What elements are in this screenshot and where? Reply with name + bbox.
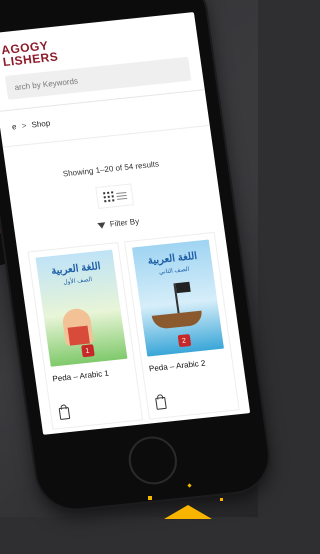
results-count: Showing 1–20 of 54 results [62, 159, 160, 179]
breadcrumb-current: Shop [30, 118, 51, 130]
phone-mockup: AGOGY LISHERS arch by Keywords e > Shop … [0, 0, 306, 554]
header: AGOGY LISHERS arch by Keywords [0, 12, 203, 101]
breadcrumb-home[interactable]: e [11, 122, 17, 131]
logo-sparkle [148, 496, 152, 500]
cover-badge: 1 [80, 344, 95, 358]
product-name[interactable]: Peda – Arabic 2 [148, 356, 226, 374]
phone-body: AGOGY LISHERS arch by Keywords e > Shop … [0, 0, 273, 513]
product-image[interactable]: اللغة العربية الصف الثاني 2 [132, 239, 224, 357]
cover-illustration [61, 307, 94, 346]
logo-sparkle [220, 498, 223, 501]
view-toggle[interactable] [95, 183, 135, 209]
home-button [125, 434, 181, 487]
grid-view-icon[interactable] [102, 191, 114, 203]
product-card[interactable]: اللغة العربية الصف الثاني 2 Peda – Arabi… [124, 231, 240, 420]
product-grid: اللغة العربية الصف الأول 1 Peda – Arabic… [16, 217, 250, 431]
product-image[interactable]: اللغة العربية الصف الأول 1 [35, 249, 128, 367]
phone-screen: AGOGY LISHERS arch by Keywords e > Shop … [0, 12, 251, 435]
search-placeholder: arch by Keywords [13, 76, 79, 92]
shopping-bag-icon[interactable] [58, 407, 71, 420]
shopping-bag-icon[interactable] [155, 396, 167, 410]
product-card[interactable]: اللغة العربية الصف الأول 1 Peda – Arabic… [27, 242, 144, 430]
cover-illustration [173, 283, 180, 314]
product-name[interactable]: Peda – Arabic 1 [52, 367, 130, 384]
filter-icon [97, 221, 107, 229]
breadcrumb-separator: > [21, 121, 27, 131]
list-view-icon[interactable] [115, 191, 127, 200]
cover-illustration [151, 310, 204, 330]
cover-badge: 2 [177, 334, 191, 348]
